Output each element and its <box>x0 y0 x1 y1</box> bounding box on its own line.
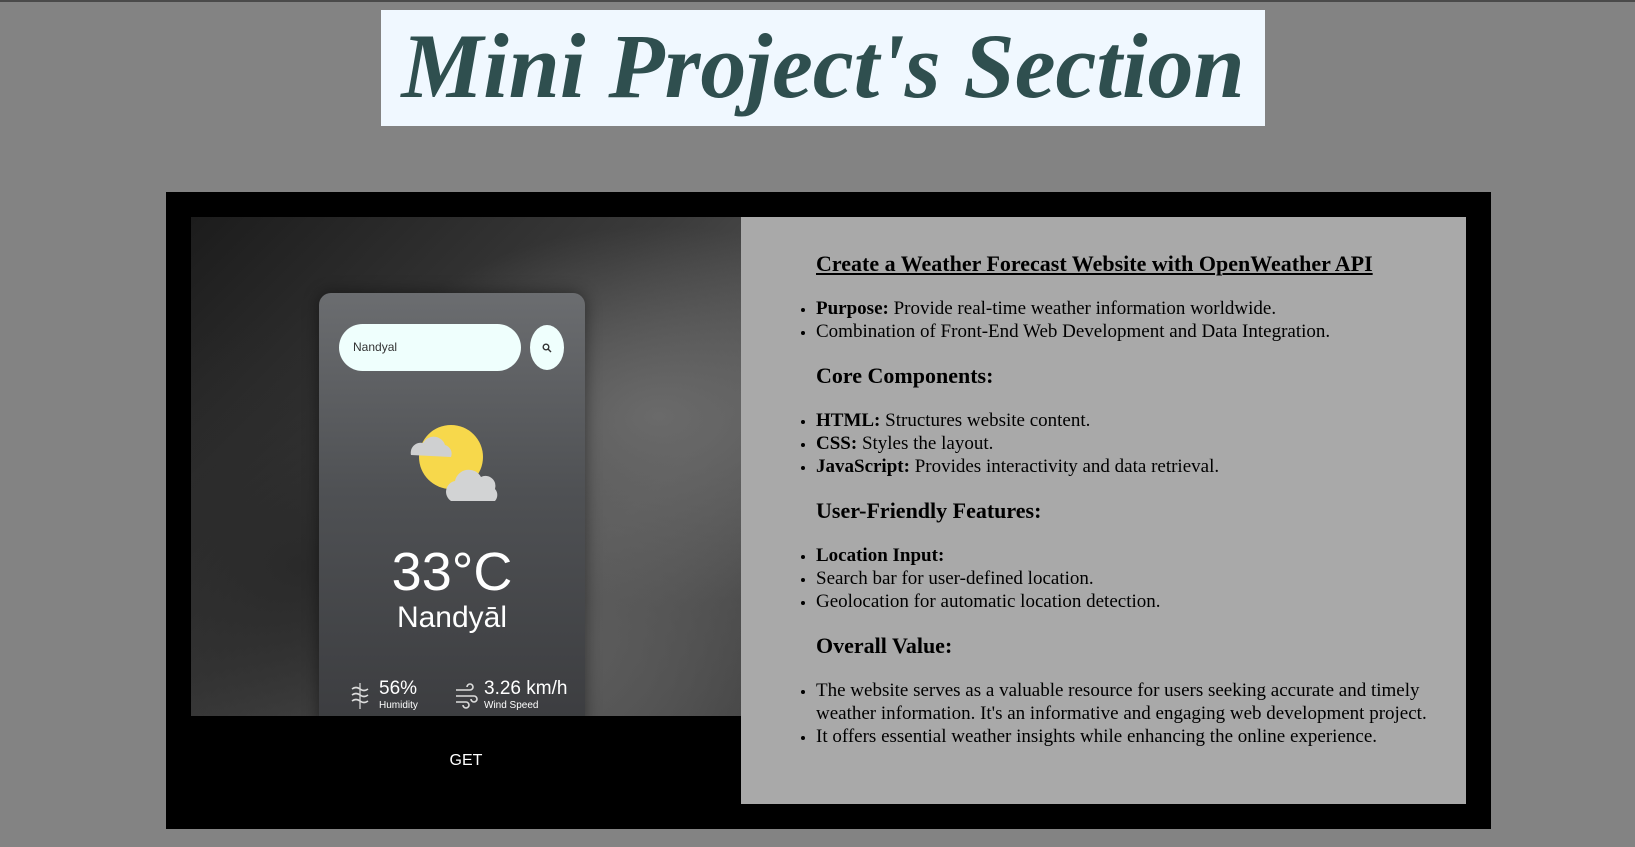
list-item-label: CSS: <box>816 433 858 454</box>
list-item: Combination of Front-End Web Development… <box>816 320 1452 343</box>
features-heading: User-Friendly Features: <box>816 498 1042 523</box>
list-item: Geolocation for automatic location detec… <box>816 590 1452 613</box>
list-item-text: Styles the layout. <box>857 433 994 454</box>
wind-icon <box>456 683 478 709</box>
search-input: Nandyal <box>339 324 521 371</box>
list-item-label: Purpose: <box>816 298 889 319</box>
list-item: The website serves as a valuable resourc… <box>816 679 1452 725</box>
list-item-text: Geolocation for automatic location detec… <box>816 591 1161 612</box>
wind-stat: 3.26 km/h Wind Speed <box>454 679 567 713</box>
list-item: CSS: Styles the layout. <box>816 432 1452 455</box>
intro-list: Purpose: Provide real-time weather infor… <box>816 297 1452 343</box>
list-item: HTML: Structures website content. <box>816 409 1452 432</box>
project-card: Nandyal 33°C Nandyāl 56% Humidity 3.26 k… <box>166 192 1491 829</box>
page-title: Mini Project's Section <box>381 10 1265 126</box>
partly-cloudy-icon <box>410 425 498 501</box>
list-item-label: JavaScript: <box>816 456 910 477</box>
list-item-text: Provides interactivity and data retrieva… <box>909 456 1220 477</box>
overall-value-heading: Overall Value: <box>816 633 953 658</box>
project-preview-image: Nandyal 33°C Nandyāl 56% Humidity 3.26 k… <box>191 217 741 716</box>
wind-value: 3.26 km/h <box>484 678 568 699</box>
wind-label: Wind Speed <box>484 700 539 711</box>
list-item: Search bar for user-defined location. <box>816 567 1452 590</box>
get-button[interactable]: GET <box>396 747 536 775</box>
list-item: JavaScript: Provides interactivity and d… <box>816 455 1452 478</box>
list-item: Purpose: Provide real-time weather infor… <box>816 297 1452 320</box>
list-item-text: Structures website content. <box>880 410 1091 431</box>
temperature-readout: 33°C <box>391 542 513 602</box>
overall-value-list: The website serves as a valuable resourc… <box>816 679 1452 748</box>
city-name: Nandyāl <box>396 601 508 634</box>
list-item-label: Location Input: <box>816 545 945 566</box>
list-item-text: Provide real-time weather information wo… <box>888 298 1277 319</box>
features-list: Location Input:Search bar for user-defin… <box>816 544 1452 613</box>
list-item-text: The website serves as a valuable resourc… <box>816 680 1427 724</box>
list-item-text: Combination of Front-End Web Development… <box>816 321 1331 342</box>
humidity-label: Humidity <box>379 700 418 711</box>
search-icon <box>542 343 552 352</box>
humidity-icon <box>351 683 369 709</box>
list-item-text: It offers essential weather insights whi… <box>816 726 1378 747</box>
core-components-list: HTML: Structures website content.CSS: St… <box>816 409 1452 478</box>
project-description: Create a Weather Forecast Website with O… <box>741 217 1466 804</box>
list-item-text: Search bar for user-defined location. <box>816 568 1094 589</box>
weather-app-mockup: Nandyal 33°C Nandyāl 56% Humidity 3.26 k… <box>319 293 585 716</box>
project-title: Create a Weather Forecast Website with O… <box>816 251 1373 276</box>
humidity-stat: 56% Humidity <box>349 679 418 713</box>
list-item: It offers essential weather insights whi… <box>816 725 1452 748</box>
list-item-label: HTML: <box>816 410 881 431</box>
list-item: Location Input: <box>816 544 1452 567</box>
search-button <box>530 325 564 370</box>
humidity-value: 56% <box>379 678 418 699</box>
core-components-heading: Core Components: <box>816 363 994 388</box>
